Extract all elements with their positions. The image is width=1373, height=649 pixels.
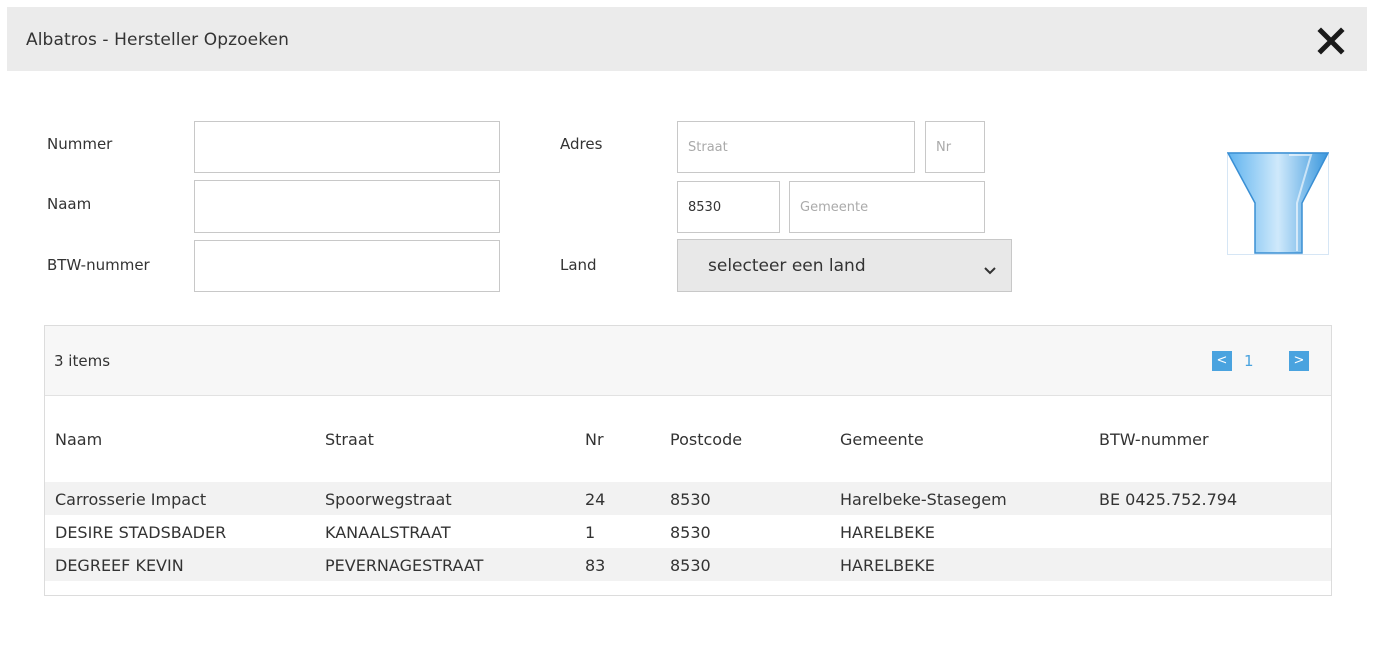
column-header-postcode[interactable]: Postcode bbox=[670, 430, 742, 449]
table-row[interactable]: DEGREEF KEVIN PEVERNAGESTRAAT 83 8530 HA… bbox=[45, 548, 1331, 581]
page-prev-button[interactable]: < bbox=[1212, 351, 1232, 371]
table-row[interactable]: DESIRE STADSBADER KANAALSTRAAT 1 8530 HA… bbox=[45, 515, 1331, 548]
cell-postcode: 8530 bbox=[670, 490, 711, 509]
huisnummer-input[interactable] bbox=[925, 121, 985, 173]
nummer-label: Nummer bbox=[47, 135, 113, 153]
cell-nr: 1 bbox=[585, 523, 596, 542]
dialog-titlebar: Albatros - Hersteller Opzoeken bbox=[7, 7, 1367, 71]
page-current[interactable]: 1 bbox=[1244, 352, 1254, 370]
chevron-down-icon bbox=[983, 261, 997, 275]
table-row[interactable]: Carrosserie Impact Spoorwegstraat 24 853… bbox=[45, 482, 1331, 515]
btw-nummer-label: BTW-nummer bbox=[47, 256, 150, 274]
cell-nr: 83 bbox=[585, 556, 606, 575]
land-select-value: selecteer een land bbox=[708, 256, 866, 276]
grid-toolbar: 3 items < 1 > bbox=[45, 326, 1331, 396]
close-icon[interactable] bbox=[1317, 27, 1345, 55]
cell-nr: 24 bbox=[585, 490, 606, 509]
naam-input[interactable] bbox=[194, 180, 500, 233]
column-header-nr[interactable]: Nr bbox=[585, 430, 604, 449]
column-header-naam[interactable]: Naam bbox=[55, 430, 102, 449]
land-select[interactable]: selecteer een land bbox=[677, 239, 1012, 292]
filter-button[interactable] bbox=[1226, 152, 1330, 255]
filter-funnel-icon bbox=[1226, 152, 1330, 255]
cell-gemeente: HARELBEKE bbox=[840, 523, 935, 542]
naam-label: Naam bbox=[47, 195, 92, 213]
cell-naam: DESIRE STADSBADER bbox=[55, 523, 227, 542]
cell-straat: KANAALSTRAAT bbox=[325, 523, 451, 542]
page-next-button[interactable]: > bbox=[1289, 351, 1309, 371]
column-header-gemeente[interactable]: Gemeente bbox=[840, 430, 924, 449]
nummer-input[interactable] bbox=[194, 121, 500, 173]
results-grid: 3 items < 1 > Naam Straat Nr Postcode Ge… bbox=[44, 325, 1332, 596]
land-label: Land bbox=[560, 256, 597, 274]
cell-naam: Carrosserie Impact bbox=[55, 490, 207, 509]
btw-nummer-input[interactable] bbox=[194, 240, 500, 292]
cell-postcode: 8530 bbox=[670, 523, 711, 542]
dialog: Albatros - Hersteller Opzoeken Nummer Na… bbox=[0, 0, 1373, 649]
cell-btw-nummer: BE 0425.752.794 bbox=[1099, 490, 1238, 509]
item-count: 3 items bbox=[54, 352, 111, 370]
cell-gemeente: HARELBEKE bbox=[840, 556, 935, 575]
cell-straat: PEVERNAGESTRAAT bbox=[325, 556, 484, 575]
cell-straat: Spoorwegstraat bbox=[325, 490, 452, 509]
straat-input[interactable] bbox=[677, 121, 915, 173]
column-header-btw-nummer[interactable]: BTW-nummer bbox=[1099, 430, 1209, 449]
adres-label: Adres bbox=[560, 135, 603, 153]
cell-gemeente: Harelbeke-Stasegem bbox=[840, 490, 1007, 509]
cell-naam: DEGREEF KEVIN bbox=[55, 556, 184, 575]
dialog-title: Albatros - Hersteller Opzoeken bbox=[26, 30, 289, 50]
column-header-straat[interactable]: Straat bbox=[325, 430, 374, 449]
cell-postcode: 8530 bbox=[670, 556, 711, 575]
postcode-input[interactable] bbox=[677, 181, 780, 233]
gemeente-input[interactable] bbox=[789, 181, 985, 233]
